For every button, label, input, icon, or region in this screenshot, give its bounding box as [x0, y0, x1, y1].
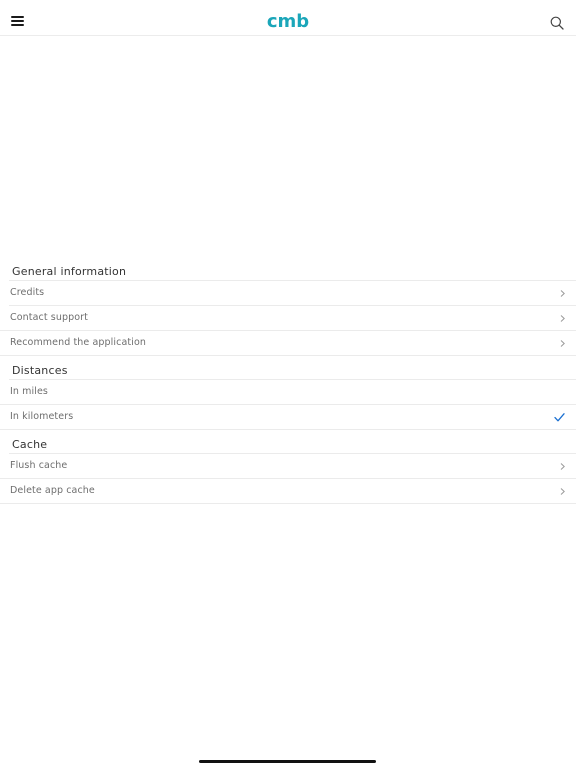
settings-item-label: Recommend the application	[10, 337, 146, 348]
chevron-right-icon	[560, 340, 565, 347]
chevron-right-icon	[560, 488, 565, 495]
home-indicator[interactable]	[199, 760, 376, 763]
settings-item-label: In miles	[10, 386, 48, 397]
chevron-right-icon	[560, 463, 565, 470]
settings-item-delete-app-cache[interactable]: Delete app cache	[0, 478, 576, 504]
settings-item-in-kilometers[interactable]: In kilometers	[0, 404, 576, 430]
section-cache: Flush cache Delete app cache	[0, 453, 576, 504]
section-title-cache: Cache	[12, 438, 48, 451]
checkmark-icon	[554, 413, 565, 422]
top-navigation-bar: cmb	[0, 0, 576, 36]
settings-item-label: In kilometers	[10, 411, 74, 422]
section-title-general-information: General information	[12, 265, 127, 278]
settings-item-label: Flush cache	[10, 460, 68, 471]
chevron-right-icon	[560, 315, 565, 322]
settings-item-recommend-application[interactable]: Recommend the application	[0, 330, 576, 356]
section-general-information: Credits Contact support Recommend the ap…	[0, 280, 576, 356]
settings-item-contact-support[interactable]: Contact support	[9, 305, 576, 330]
settings-item-label: Contact support	[10, 312, 88, 323]
settings-item-credits[interactable]: Credits	[9, 280, 576, 305]
section-distances: In miles In kilometers	[0, 379, 576, 430]
search-icon[interactable]	[550, 16, 564, 30]
settings-list: General information Credits Contact supp…	[0, 263, 576, 504]
settings-item-in-miles[interactable]: In miles	[9, 379, 576, 404]
settings-item-flush-cache[interactable]: Flush cache	[9, 453, 576, 478]
settings-item-label: Credits	[10, 287, 45, 298]
chevron-right-icon	[560, 290, 565, 297]
settings-item-label: Delete app cache	[10, 485, 95, 496]
app-logo: cmb	[266, 11, 310, 32]
section-title-distances: Distances	[12, 364, 68, 377]
